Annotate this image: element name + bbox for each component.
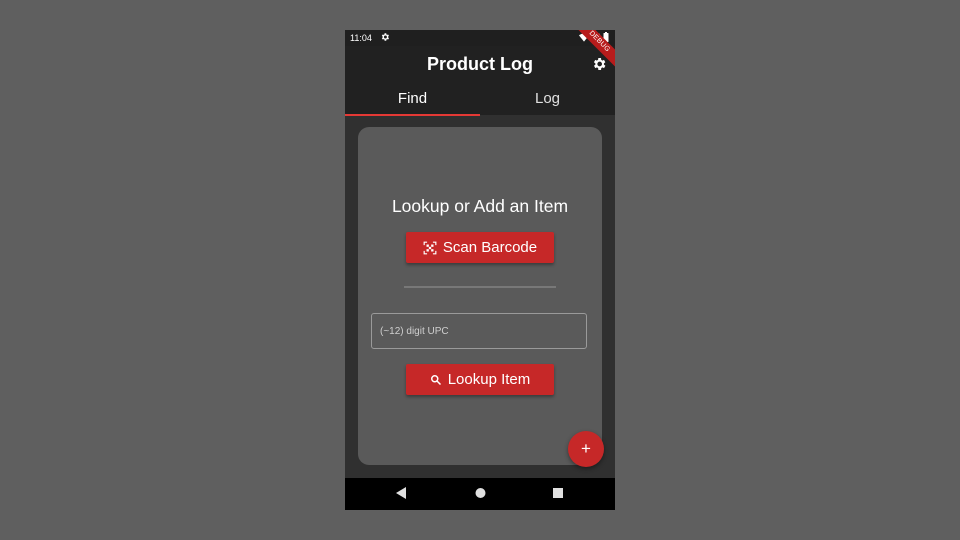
tab-find[interactable]: Find	[345, 90, 480, 116]
upc-input[interactable]	[371, 313, 587, 349]
divider	[404, 286, 556, 288]
find-card: Lookup or Add an Item Scan Barcode (~12)…	[358, 127, 602, 465]
scan-barcode-button[interactable]: Scan Barcode	[406, 232, 554, 263]
app-bar: Product Log Find Log	[345, 46, 615, 116]
phone-screen: 11:04 DEBUG Product Log Find Log Lookup …	[345, 30, 615, 510]
gear-icon	[381, 33, 389, 41]
lookup-item-button[interactable]: Lookup Item	[406, 364, 554, 395]
lookup-item-label: Lookup Item	[447, 371, 531, 388]
scan-barcode-label: Scan Barcode	[442, 239, 538, 256]
status-bar: 11:04	[345, 30, 615, 46]
recents-icon[interactable]	[553, 487, 563, 499]
status-time: 11:04	[350, 33, 372, 43]
qr-scan-icon	[423, 241, 437, 254]
home-icon[interactable]	[475, 487, 486, 499]
find-headline: Lookup or Add an Item	[391, 196, 569, 216]
add-item-fab[interactable]: +	[568, 431, 604, 467]
search-icon	[430, 374, 441, 385]
settings-gear-icon[interactable]	[591, 56, 607, 72]
android-nav-bar	[345, 478, 615, 510]
tab-log[interactable]: Log	[480, 90, 615, 115]
tab-bar: Find Log	[345, 90, 615, 116]
app-title: Product Log	[427, 54, 533, 74]
back-icon[interactable]	[396, 487, 406, 499]
